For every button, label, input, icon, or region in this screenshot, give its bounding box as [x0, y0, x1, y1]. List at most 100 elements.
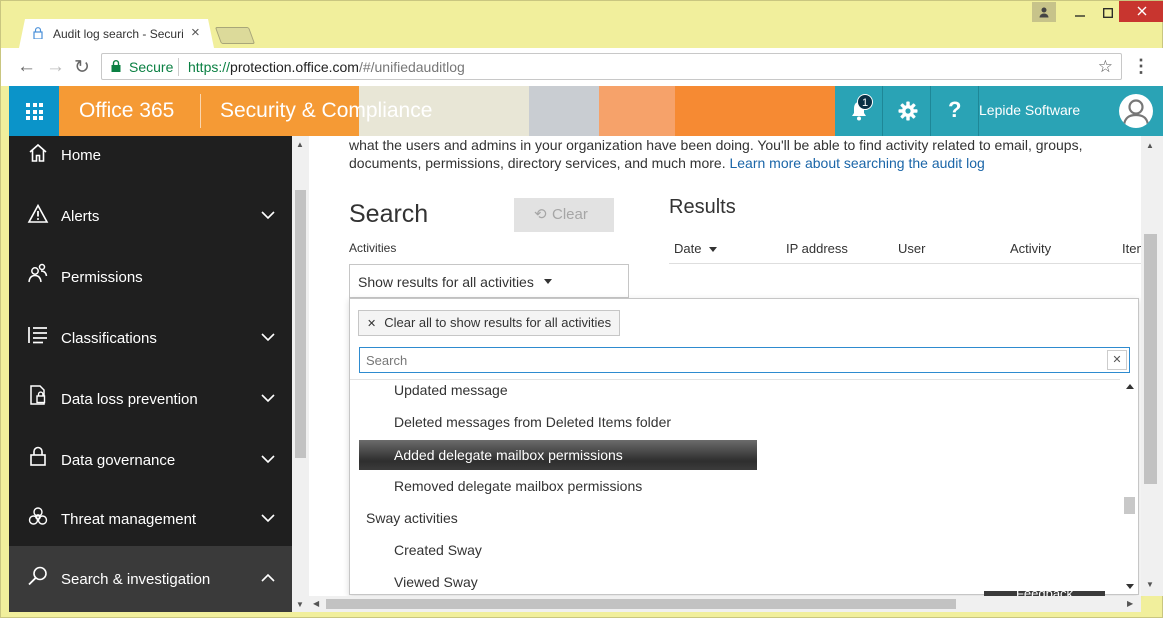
- clear-button[interactable]: ⟲ Clear: [514, 198, 614, 232]
- sidebar-item-home[interactable]: Home: [9, 136, 292, 185]
- column-date[interactable]: Date: [674, 241, 718, 256]
- window-close-icon[interactable]: [1119, 1, 1163, 22]
- option-list-scrollbar[interactable]: [1120, 379, 1138, 594]
- close-icon[interactable]: ✕: [367, 318, 376, 330]
- notification-badge: 1: [857, 94, 873, 110]
- sidebar-item-label: Alerts: [61, 208, 100, 225]
- suite-name[interactable]: Security & Compliance: [220, 99, 432, 123]
- scroll-thumb[interactable]: [1124, 497, 1135, 514]
- sidebar-item-alerts[interactable]: Alerts: [9, 185, 292, 246]
- maximize-icon[interactable]: [1095, 4, 1121, 22]
- search-icon: [28, 566, 47, 586]
- chevron-up-icon: [261, 573, 275, 582]
- sidebar-item-label: Data governance: [61, 452, 176, 469]
- scroll-up-icon[interactable]: [1126, 384, 1134, 389]
- sidebar-item-label: Search & investigation: [61, 571, 211, 588]
- new-tab-button[interactable]: [214, 27, 256, 44]
- option-created-sway[interactable]: Created Sway: [394, 535, 482, 565]
- minimize-icon[interactable]: [1067, 4, 1093, 22]
- title-bar: Audit log search - Securi ×: [1, 1, 1163, 48]
- back-arrow-icon[interactable]: ←: [17, 56, 36, 78]
- url-divider: [178, 58, 179, 76]
- sidebar-item-label: Permissions: [61, 269, 143, 286]
- chevron-down-icon: [261, 514, 275, 523]
- column-user[interactable]: User: [898, 241, 925, 256]
- clear-label: Clear: [552, 206, 588, 223]
- sidebar-item-search-investigation[interactable]: Search & investigation: [9, 546, 292, 612]
- url-text[interactable]: https://protection.office.com/#/unifieda…: [188, 59, 465, 75]
- profile-icon[interactable]: [1032, 2, 1056, 22]
- intro-text: what the users and admins in your organi…: [349, 136, 1139, 172]
- user-name[interactable]: Lepide Software: [979, 102, 1080, 118]
- chevron-down-icon: [261, 455, 275, 464]
- browser-toolbar: ← → ↻ Secure https://protection.office.c…: [1, 48, 1163, 86]
- nav-scrollbar[interactable]: ▲ ▼: [292, 136, 309, 612]
- results-table-header: Date IP address User Activity Item: [669, 234, 1141, 264]
- clear-search-icon[interactable]: ✕: [1107, 350, 1127, 370]
- help-icon: ?: [948, 97, 962, 122]
- browser-tab[interactable]: Audit log search - Securi ×: [19, 19, 214, 48]
- scroll-up-icon[interactable]: ▲: [1146, 141, 1154, 150]
- biohazard-icon: [28, 507, 48, 525]
- scroll-down-icon[interactable]: ▼: [296, 600, 304, 609]
- reload-icon[interactable]: ↻: [74, 56, 90, 79]
- browser-menu-icon[interactable]: ⋮: [1132, 56, 1150, 77]
- learn-more-link[interactable]: Learn more about searching the audit log: [729, 155, 984, 171]
- help-button[interactable]: ?: [931, 86, 979, 136]
- activity-search-field[interactable]: ✕: [359, 347, 1130, 373]
- scroll-up-icon[interactable]: ▲: [296, 140, 304, 149]
- activity-search-input[interactable]: [366, 351, 1096, 369]
- forward-arrow-icon[interactable]: →: [46, 56, 65, 78]
- activities-dropdown[interactable]: Show results for all activities: [349, 264, 629, 298]
- scroll-thumb[interactable]: [295, 190, 306, 458]
- gear-icon: [898, 101, 918, 121]
- option-group-sway-activities[interactable]: Sway activities: [366, 503, 458, 533]
- sidebar-item-data-governance[interactable]: Data governance: [9, 429, 292, 490]
- app-launcher-button[interactable]: [9, 86, 59, 136]
- chip-label: Clear all to show results for all activi…: [384, 315, 612, 330]
- bookmark-star-icon[interactable]: ☆: [1098, 57, 1113, 77]
- sidebar-item-data-loss-prevention[interactable]: Data loss prevention: [9, 368, 292, 429]
- notifications-button[interactable]: 1: [835, 86, 883, 136]
- url-path: /#/unifiedauditlog: [358, 59, 465, 75]
- column-ip-address[interactable]: IP address: [786, 241, 848, 256]
- scroll-thumb[interactable]: [1144, 234, 1157, 484]
- caret-down-icon: [544, 279, 552, 284]
- avatar[interactable]: [1119, 94, 1153, 128]
- address-bar[interactable]: Secure https://protection.office.com/#/u…: [101, 53, 1122, 80]
- home-icon: [29, 143, 47, 162]
- option-removed-delegate-mailbox-permissions[interactable]: Removed delegate mailbox permissions: [394, 471, 642, 501]
- url-scheme: https://: [188, 59, 231, 75]
- waffle-icon: [26, 103, 43, 120]
- settings-button[interactable]: [883, 86, 931, 136]
- warning-icon: [27, 203, 49, 223]
- option-deleted-messages-from-deleted-items[interactable]: Deleted messages from Deleted Items fold…: [394, 407, 671, 437]
- option-added-delegate-mailbox-permissions[interactable]: Added delegate mailbox permissions: [359, 440, 757, 470]
- scroll-left-icon[interactable]: ◀: [313, 599, 319, 608]
- option-viewed-sway[interactable]: Viewed Sway: [394, 567, 478, 594]
- clear-all-chip[interactable]: ✕ Clear all to show results for all activ…: [358, 310, 621, 336]
- results-heading: Results: [669, 196, 736, 218]
- scroll-right-icon[interactable]: ▶: [1127, 599, 1133, 608]
- brand-divider: [200, 94, 201, 128]
- scroll-down-icon[interactable]: ▼: [1146, 580, 1154, 589]
- sidebar-item-label: Threat management: [61, 511, 197, 528]
- tab-close-icon[interactable]: ×: [191, 24, 200, 41]
- secure-lock-icon: [111, 60, 121, 72]
- sidebar-item-classifications[interactable]: Classifications: [9, 307, 292, 368]
- sidebar-item-permissions[interactable]: Permissions: [9, 246, 292, 307]
- header-actions: 1 ? Lepide Software: [835, 86, 1163, 136]
- activities-label: Activities: [349, 241, 397, 255]
- scroll-down-icon[interactable]: [1126, 584, 1134, 589]
- chevron-down-icon: [261, 394, 275, 403]
- column-activity[interactable]: Activity: [1010, 241, 1051, 256]
- scroll-thumb[interactable]: [326, 599, 956, 609]
- brand-bar: Office 365 Security & Compliance: [59, 86, 835, 136]
- column-item[interactable]: Item: [1122, 241, 1141, 256]
- sidebar-item-label: Classifications: [61, 330, 157, 347]
- option-updated-message[interactable]: Updated message: [394, 375, 508, 405]
- main-vertical-scrollbar[interactable]: ▲ ▼: [1141, 136, 1163, 596]
- sidebar-item-threat-management[interactable]: Threat management: [9, 488, 292, 549]
- main-horizontal-scrollbar[interactable]: ◀ ▶: [309, 596, 1141, 612]
- app-name[interactable]: Office 365: [79, 99, 174, 123]
